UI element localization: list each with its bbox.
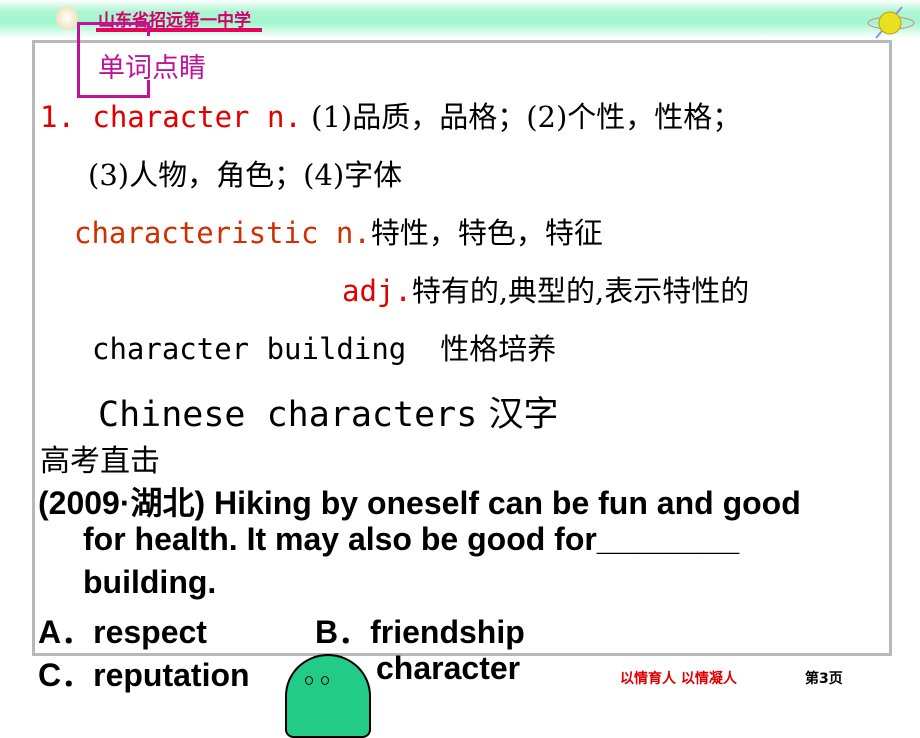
- entry-line-2: (3)人物，角色；(4)字体: [88, 158, 403, 192]
- green-mascot-icon: [285, 654, 371, 738]
- footer-motto: 以情育人 以情凝人: [620, 671, 737, 687]
- option-d[interactable]: character: [376, 650, 520, 687]
- exam-heading: 高考直击: [40, 444, 160, 479]
- definition: (1)品质，品格；(2)个性，性格；: [301, 100, 742, 134]
- option-b[interactable]: B．friendship: [315, 607, 525, 653]
- entry-line-4: adj.特有的,典型的,表示特性的: [342, 268, 749, 310]
- mascot-eye: [305, 676, 313, 685]
- option-c[interactable]: C．reputation: [38, 650, 250, 696]
- headword: 1. character n.: [40, 100, 302, 134]
- option-a[interactable]: A．respect: [38, 607, 207, 653]
- entry-line-5: character building 性格培养: [92, 326, 556, 368]
- phrase-meaning: 性格培养: [440, 332, 557, 366]
- phrase: character building: [92, 332, 407, 366]
- page-number: 第3页: [805, 671, 843, 687]
- phrase-meaning: 汉字: [488, 395, 559, 435]
- entry-line-1: 1. character n. (1)品质，品格；(2)个性，性格；: [40, 94, 741, 136]
- bracket-edge: [147, 22, 150, 36]
- derived-word: characteristic n.: [74, 216, 371, 250]
- school-logo-icon: [56, 6, 78, 30]
- definition: 特性，特色，特征: [370, 216, 603, 250]
- entry-line-3: characteristic n.特性，特色，特征: [74, 210, 603, 252]
- section-title: 单词点睛: [98, 53, 206, 84]
- part-of-speech: adj.: [342, 274, 412, 308]
- question-line-2: for health. It may also be good for_____…: [83, 521, 740, 557]
- globe-icon: [867, 6, 915, 39]
- mascot-eye: [321, 676, 329, 685]
- question-line-3: building.: [83, 564, 217, 600]
- question-line-1: (2009·湖北) Hiking by oneself can be fun a…: [38, 485, 801, 521]
- phrase: Chinese characters: [98, 395, 478, 435]
- definition: 特有的,典型的,表示特性的: [411, 274, 750, 308]
- entry-line-6: Chinese characters 汉字: [98, 386, 558, 437]
